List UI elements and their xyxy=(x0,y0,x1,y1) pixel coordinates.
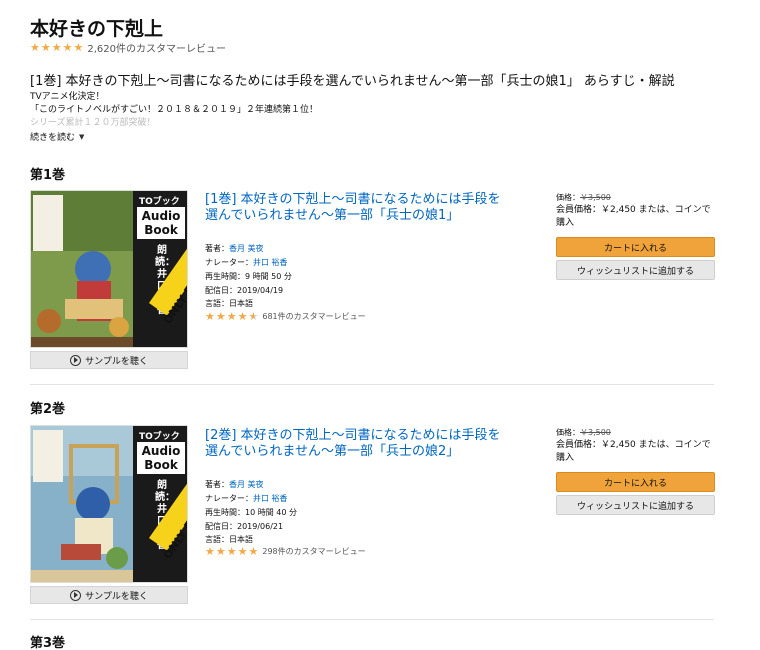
star-half-icon: ★ xyxy=(248,310,259,323)
list-price: ￥3,500 xyxy=(580,193,611,202)
volume-heading: 第3巻 xyxy=(30,636,66,650)
star-icon: ★ xyxy=(226,545,237,558)
language-line: 言語：日本語 xyxy=(205,535,253,544)
star-icon: ★ xyxy=(215,310,226,323)
sample-label: サンプルを聴く xyxy=(85,591,148,602)
series-review-count[interactable]: 2,620件のカスタマーレビュー xyxy=(87,40,226,55)
star-icon: ★ xyxy=(215,545,226,558)
list-price: ￥3,500 xyxy=(580,428,611,437)
summary-line: TVアニメ化決定！ xyxy=(30,92,105,102)
divider xyxy=(30,384,714,385)
price-label: 価格： xyxy=(556,428,580,437)
series-title: 本好きの下剋上 xyxy=(30,18,164,40)
read-more-label: 続きを読む xyxy=(30,133,76,143)
narrator-label: ナレーター： xyxy=(205,258,253,267)
volume-heading: 第2巻 xyxy=(30,402,66,417)
author-link[interactable]: 香月 美夜 xyxy=(229,480,264,489)
cover-illustration xyxy=(31,426,133,582)
star-icon: ★ xyxy=(73,41,84,54)
star-icon: ★ xyxy=(205,545,215,558)
add-to-cart-button[interactable]: カートに入れる xyxy=(556,472,715,492)
author-link[interactable]: 香月 美夜 xyxy=(229,244,264,253)
narrator-label: ナレーター： xyxy=(205,494,253,503)
product-review-count[interactable]: 681件のカスタマーレビュー xyxy=(262,311,365,322)
duration-line: 再生時間：9 時間 50 分 xyxy=(205,272,292,281)
product-rating: ★ ★ ★ ★ ★ 681件のカスタマーレビュー xyxy=(205,311,366,322)
product-title-link[interactable]: [1巻] 本好きの下剋上～司書になるためには手段を選んでいられません～第一部「兵… xyxy=(205,192,505,224)
price-line: 価格：￥3,500 xyxy=(556,192,611,203)
read-more-link[interactable]: 続きを読む ▼ xyxy=(30,130,85,144)
product-rating-stars: ★ ★ ★ ★ ★ xyxy=(205,546,259,557)
star-icon: ★ xyxy=(248,545,259,558)
play-circle-icon xyxy=(70,354,82,366)
volume-heading: 第1巻 xyxy=(30,168,66,183)
cover-illustration xyxy=(31,191,133,347)
release-date-line: 配信日：2019/04/19 xyxy=(205,286,284,295)
author-label: 著者： xyxy=(205,480,229,489)
star-icon: ★ xyxy=(205,310,215,323)
duration-line: 再生時間：10 時間 40 分 xyxy=(205,508,297,517)
play-circle-icon xyxy=(70,589,82,601)
sample-button[interactable]: サンプルを聴く xyxy=(30,586,188,604)
sample-button[interactable]: サンプルを聴く xyxy=(30,351,188,369)
star-icon: ★ xyxy=(40,41,51,54)
member-price: 会員価格：￥2,450 または、コインで購入 xyxy=(556,205,711,228)
price-label: 価格： xyxy=(556,193,580,202)
star-icon: ★ xyxy=(237,545,248,558)
narrator-link[interactable]: 井口 裕香 xyxy=(253,494,288,503)
star-icon: ★ xyxy=(226,310,237,323)
summary-line: 「このライトノベルがすごい！２０１８＆２０１９」２年連続第１位！ xyxy=(30,105,319,115)
author-label: 著者： xyxy=(205,244,229,253)
narrator-line: ナレーター：井口 裕香 xyxy=(205,257,288,268)
product-title-link[interactable]: [2巻] 本好きの下剋上～司書になるためには手段を選んでいられません～第一部「兵… xyxy=(205,428,505,460)
member-price: 会員価格：￥2,450 または、コインで購入 xyxy=(556,440,711,463)
series-rating-stars: ★ ★ ★ ★ ★ xyxy=(30,42,84,53)
caret-down-icon: ▼ xyxy=(79,132,85,141)
release-date-line: 配信日：2019/06/21 xyxy=(205,522,284,531)
language-line: 言語：日本語 xyxy=(205,299,253,308)
author-line: 著者：香月 美夜 xyxy=(205,479,264,490)
price-line: 価格：￥3,500 xyxy=(556,427,611,438)
cover-image[interactable]: TOブックス Audio Book 朗読：井口裕香 ONLY FROM audi… xyxy=(30,190,188,348)
narrator-link[interactable]: 井口 裕香 xyxy=(253,258,288,267)
add-to-cart-button[interactable]: カートに入れる xyxy=(556,237,715,257)
author-line: 著者：香月 美夜 xyxy=(205,243,264,254)
add-to-wishlist-button[interactable]: ウィッシュリストに追加する xyxy=(556,260,715,280)
series-rating: ★ ★ ★ ★ ★ 2,620件のカスタマーレビュー xyxy=(30,40,226,55)
summary-title: [1巻] 本好きの下剋上～司書になるためには手段を選んでいられません～第一部「兵… xyxy=(30,74,675,89)
sample-label: サンプルを聴く xyxy=(85,356,148,367)
product-rating: ★ ★ ★ ★ ★ 298件のカスタマーレビュー xyxy=(205,546,366,557)
cover-image[interactable]: TOブックス Audio Book 朗読：井口裕香 ONLY FROM audi… xyxy=(30,425,188,583)
narrator-line: ナレーター：井口 裕香 xyxy=(205,493,288,504)
cover-audiobook-label: Audio Book xyxy=(137,207,185,239)
add-to-wishlist-button[interactable]: ウィッシュリストに追加する xyxy=(556,495,715,515)
summary-line: シリーズ累計１２０万部突破！ xyxy=(30,118,156,128)
product-review-count[interactable]: 298件のカスタマーレビュー xyxy=(262,546,365,557)
cover-audiobook-label: Audio Book xyxy=(137,442,185,474)
product-rating-stars: ★ ★ ★ ★ ★ xyxy=(205,311,259,322)
star-icon: ★ xyxy=(62,41,73,54)
divider xyxy=(30,619,714,620)
star-icon: ★ xyxy=(51,41,62,54)
star-icon: ★ xyxy=(30,41,40,54)
star-icon: ★ xyxy=(237,310,248,323)
